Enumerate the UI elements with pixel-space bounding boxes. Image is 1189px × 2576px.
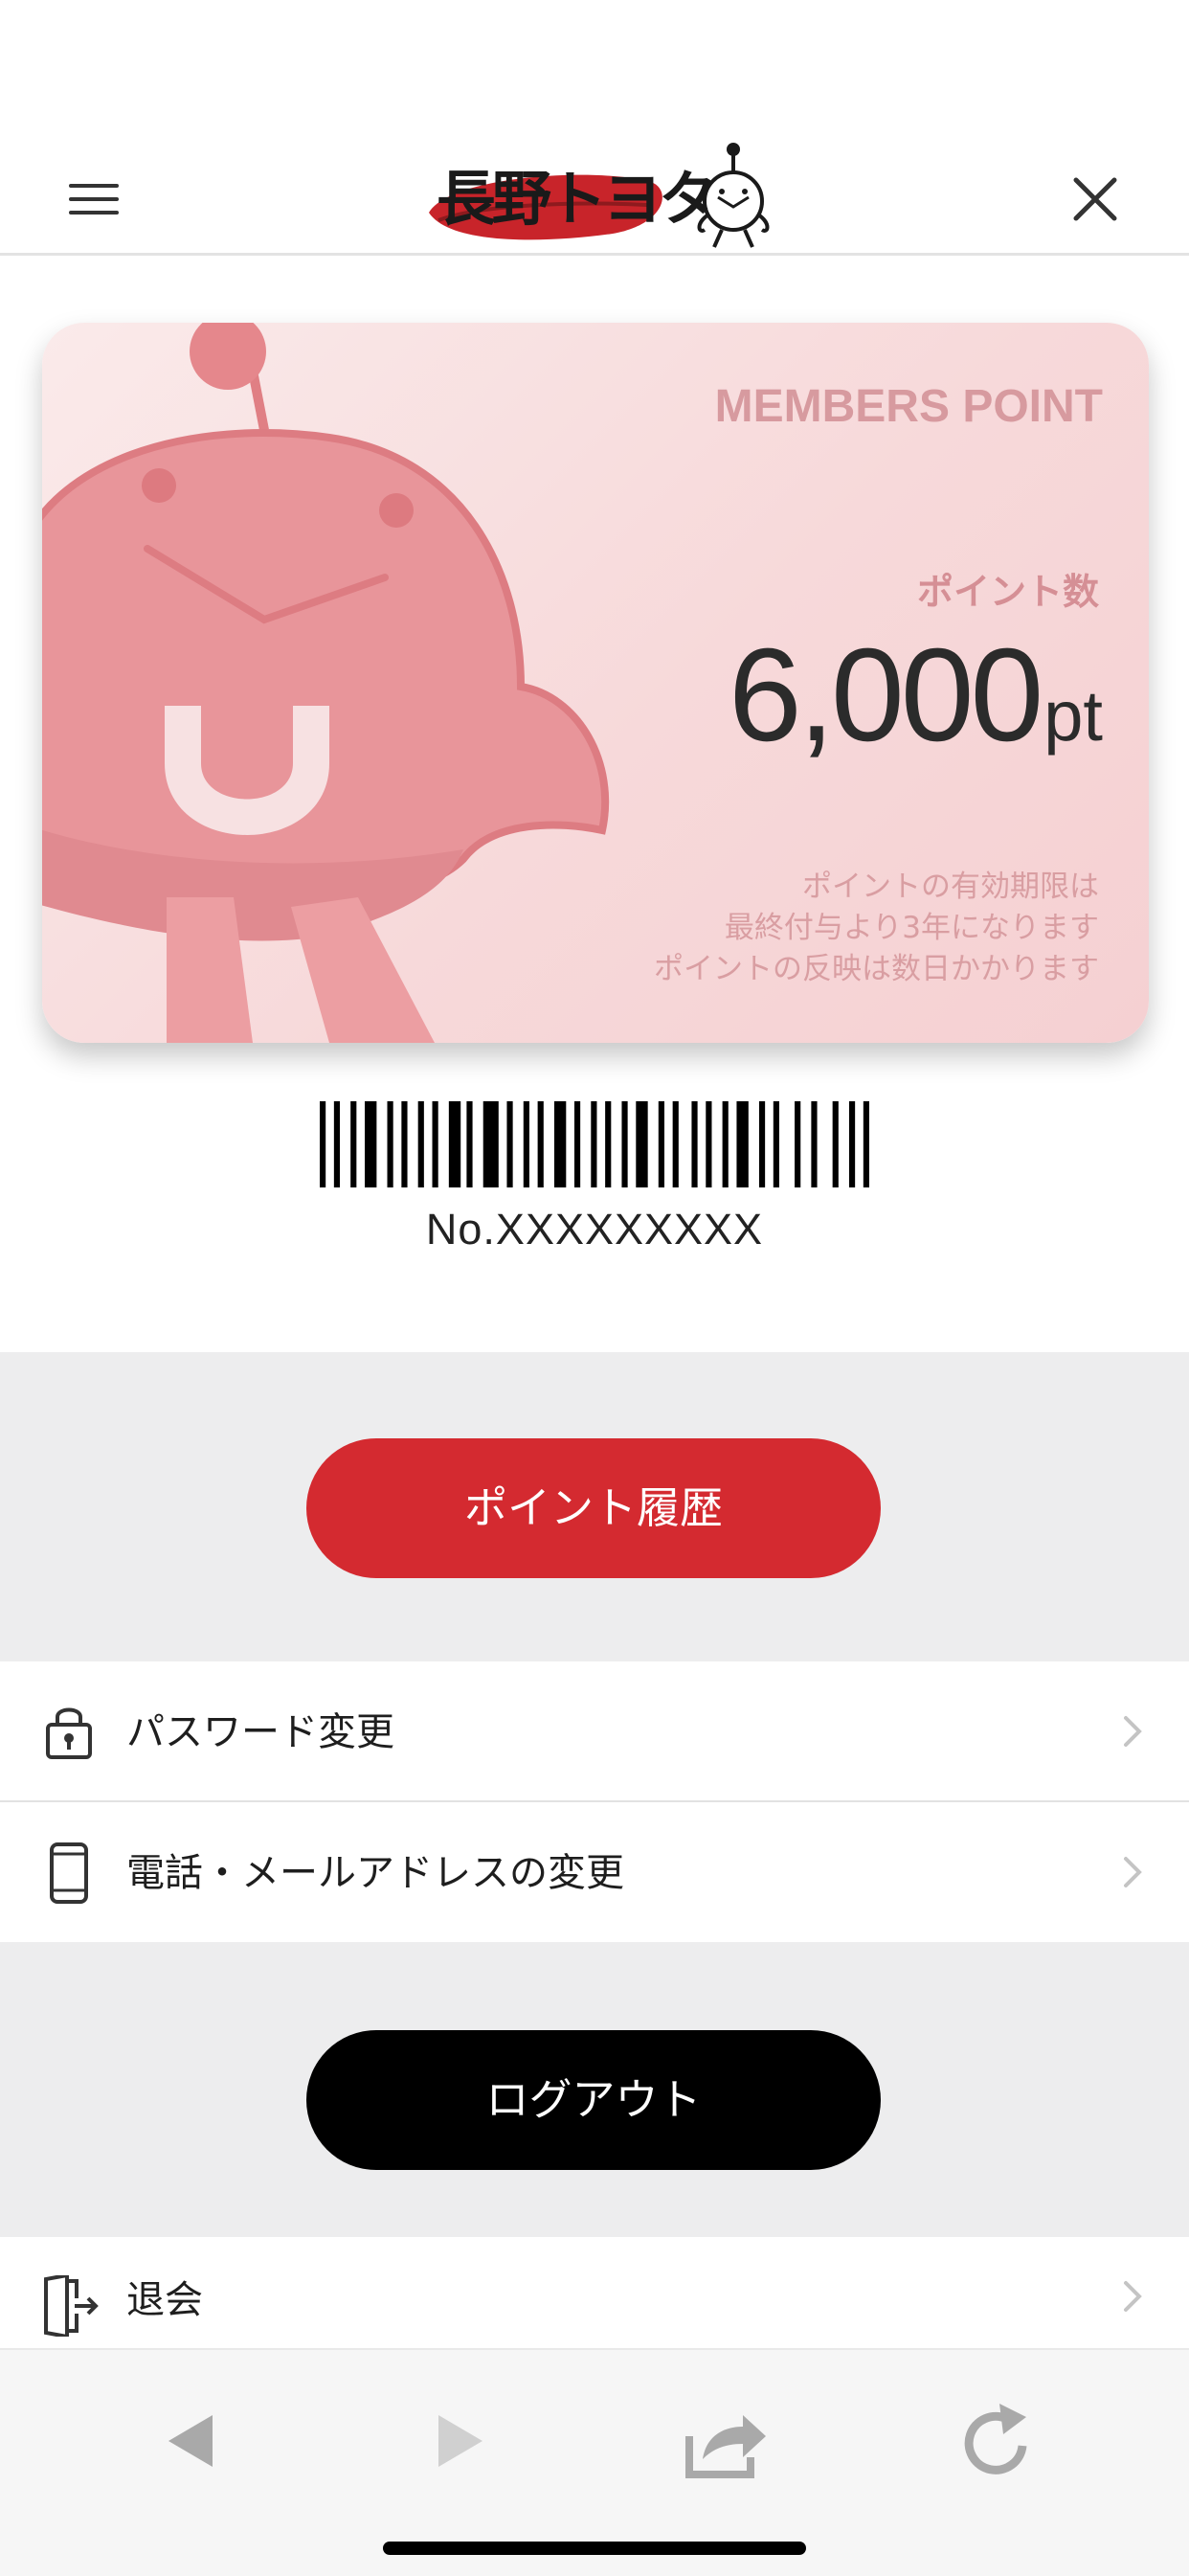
barcode-bar [573,1101,581,1187]
card-note-line: 最終付与より3年になります [724,911,1099,945]
member-point-card: MEMBERS POINT ポイント数 6,000pt ポイントの有効期限は 最… [42,323,1149,1043]
card-note-line: ポイントの反映は数日かかります [654,952,1099,986]
barcode-bar [773,1101,779,1187]
barcode-bar [591,1101,597,1187]
home-indicator [383,2542,806,2555]
point-history-button[interactable]: ポイント履歴 [306,1438,881,1578]
member-barcode [320,1101,869,1187]
barcode-bar [706,1101,712,1187]
points-value: 6,000 [728,621,1043,769]
forward-arrow-icon[interactable] [415,2398,502,2484]
barcode-bar [365,1101,377,1187]
barcode-bar [401,1101,408,1187]
barcode-bar [863,1101,869,1187]
barcode-bar [832,1101,839,1187]
barcode-bar [448,1101,461,1187]
chevron-right-icon [1124,2281,1142,2312]
barcode-bar [722,1101,729,1187]
smartphone-icon [50,1842,88,1904]
barcode-bar [466,1101,473,1187]
points-unit: pt [1043,676,1103,756]
points-label: ポイント数 [916,571,1099,613]
points-display: 6,000pt [567,623,1103,788]
barcode-bar [758,1101,766,1187]
card-title: MEMBERS POINT [714,381,1103,432]
barcode-bar [387,1101,393,1187]
barcode-bar [417,1101,424,1187]
barcode-bar [333,1101,341,1187]
menu-item-withdraw[interactable]: 退会 [0,2237,1189,2348]
share-icon[interactable] [684,2398,770,2484]
brand-logo: 長野トヨタ [421,138,785,253]
card-notes: ポイントの有効期限は 最終付与より3年になります ポイントの反映は数日かかります [505,867,1099,990]
barcode-bar [482,1101,499,1187]
barcode-bar [523,1101,529,1187]
barcode-bar [636,1101,648,1187]
barcode-bar [553,1101,567,1187]
barcode-bar [432,1101,438,1187]
barcode-bar [621,1101,628,1187]
barcode-bar [506,1101,513,1187]
back-arrow-icon[interactable] [149,2398,236,2484]
chevron-right-icon [1124,1716,1142,1747]
hamburger-menu-icon[interactable] [57,172,130,226]
reload-icon[interactable] [953,2398,1040,2484]
logo-text: 長野トヨタ [437,164,718,234]
barcode-bar [848,1101,856,1187]
barcode-bar [691,1101,698,1187]
barcode-bar [658,1101,664,1187]
browser-toolbar [0,2348,1189,2576]
barcode-bar [811,1101,818,1187]
barcode-bar [350,1101,357,1187]
lock-icon [46,1707,92,1759]
menu-item-password-change[interactable]: パスワード変更 [0,1661,1189,1801]
exit-door-icon [44,2275,99,2337]
member-number: No.XXXXXXXXX [425,1205,764,1254]
barcode-bar [537,1101,544,1187]
logout-button[interactable]: ログアウト [306,2030,881,2170]
barcode-bar [736,1101,749,1187]
close-icon[interactable] [1063,167,1128,232]
barcode-bar [605,1101,612,1187]
card-note-line: ポイントの有効期限は [802,870,1099,904]
barcode-bar [795,1101,801,1187]
menu-item-contact-change[interactable]: 電話・メールアドレスの変更 [0,1802,1189,1942]
menu-item-label: パスワード変更 [126,1710,394,1754]
chevron-right-icon [1124,1857,1142,1887]
barcode-bar [672,1101,679,1187]
app-header: 長野トヨタ [0,134,1189,256]
barcode-bar [320,1101,326,1187]
status-bar-area [0,0,1189,134]
menu-item-label: 退会 [126,2278,203,2322]
menu-item-label: 電話・メールアドレスの変更 [126,1851,624,1895]
